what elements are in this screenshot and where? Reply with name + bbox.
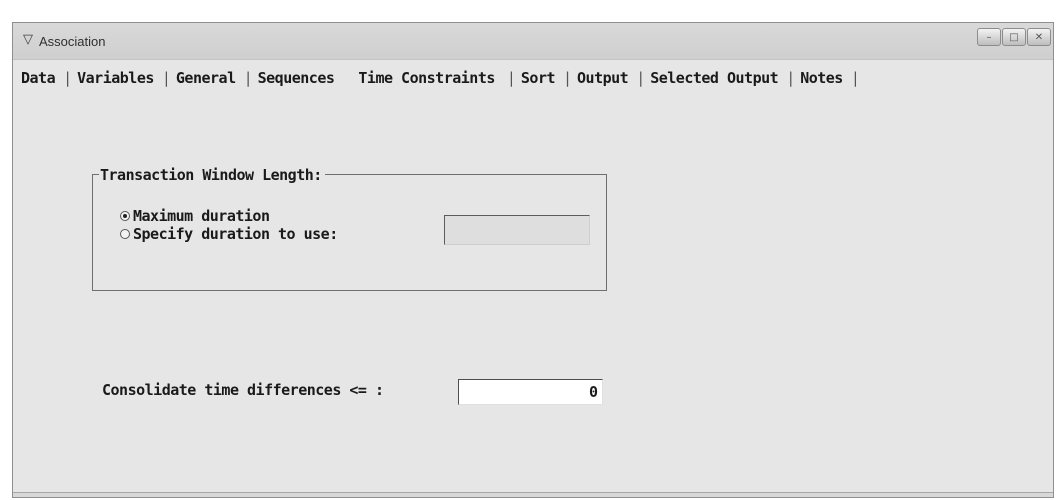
tab-selected-output[interactable]: Selected Output: [642, 69, 786, 87]
sas-v-icon: ▽: [23, 32, 33, 47]
minimize-button[interactable]: –: [977, 28, 1001, 46]
tab-bar: Data | Variables | General | Sequences T…: [13, 67, 860, 89]
tab-notes[interactable]: Notes: [792, 69, 851, 87]
tab-time-constraints[interactable]: Time Constraints: [342, 69, 507, 87]
transaction-window-legend: Transaction Window Length:: [99, 165, 325, 185]
consolidate-time-input[interactable]: [458, 379, 603, 405]
title-bar[interactable]: ▽ Association – □ ✕: [13, 23, 1053, 60]
association-window: ▽ Association – □ ✕ Data | Variables | G…: [12, 22, 1054, 498]
specify-duration-radio[interactable]: [120, 229, 130, 239]
tab-variables[interactable]: Variables: [69, 69, 162, 87]
tab-separator: |: [850, 69, 860, 87]
maximize-button[interactable]: □: [1002, 28, 1026, 46]
maximum-duration-radio[interactable]: [120, 211, 130, 221]
tab-general[interactable]: General: [168, 69, 244, 87]
specify-duration-option[interactable]: Specify duration to use:: [120, 225, 338, 243]
tab-sequences[interactable]: Sequences: [250, 69, 343, 87]
consolidate-time-label: Consolidate time differences <= :: [102, 381, 384, 399]
window-bottom-edge: [13, 492, 1053, 497]
duration-input[interactable]: [444, 215, 590, 245]
tab-data[interactable]: Data: [13, 69, 63, 87]
specify-duration-label: Specify duration to use:: [133, 225, 338, 243]
window-title: Association: [39, 34, 106, 49]
transaction-window-group: Transaction Window Length: Maximum durat…: [92, 165, 607, 291]
window-controls: – □ ✕: [976, 28, 1051, 46]
tab-output[interactable]: Output: [569, 69, 636, 87]
tab-sort[interactable]: Sort: [513, 69, 563, 87]
maximum-duration-label: Maximum duration: [133, 207, 270, 225]
maximum-duration-option[interactable]: Maximum duration: [120, 207, 270, 225]
close-button[interactable]: ✕: [1027, 28, 1051, 46]
